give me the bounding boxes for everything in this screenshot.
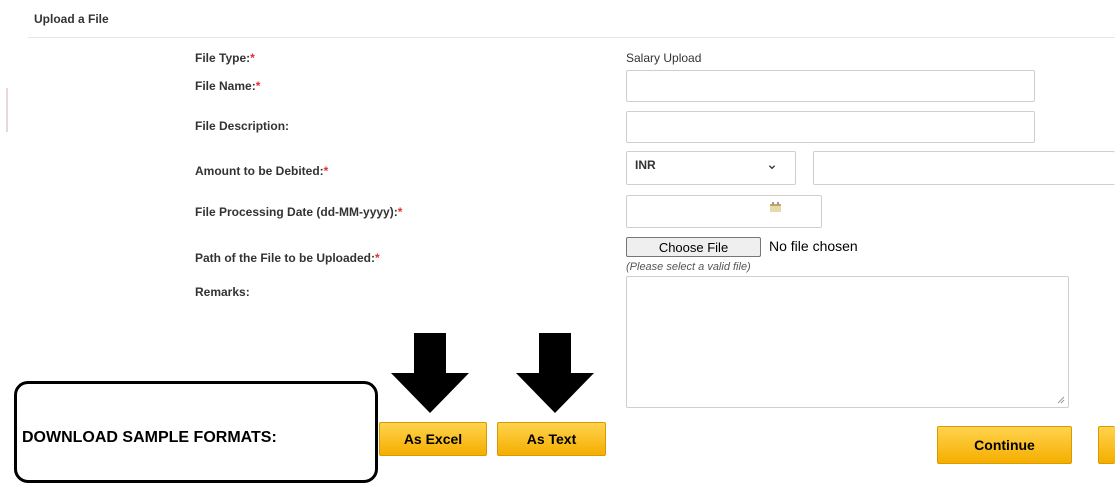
chevron-down-icon [768, 165, 776, 169]
required-marker: * [323, 164, 329, 178]
required-marker: * [250, 51, 255, 65]
file-hint: (Please select a valid file) [626, 261, 751, 273]
section-title: Upload a File [34, 12, 109, 26]
file-name-label: File Name:* [195, 79, 261, 93]
as-text-button[interactable]: As Text [497, 422, 606, 456]
as-excel-button[interactable]: As Excel [379, 422, 487, 456]
resize-grip-icon[interactable] [1057, 396, 1065, 404]
currency-value: INR [635, 158, 656, 172]
file-type-label: File Type:* [195, 51, 255, 65]
section-divider [28, 37, 1115, 38]
calendar-icon[interactable] [770, 202, 781, 212]
amount-input[interactable] [813, 151, 1115, 185]
next-button-partial[interactable] [1098, 426, 1115, 464]
required-marker: * [397, 205, 403, 219]
down-arrow-icon [391, 333, 469, 413]
file-path-label: Path of the File to be Uploaded:* [195, 251, 380, 265]
processing-date-label: File Processing Date (dd-MM-yyyy):* [195, 205, 403, 219]
remarks-label: Remarks: [195, 285, 250, 299]
remarks-textarea[interactable] [626, 276, 1069, 408]
down-arrow-icon [516, 333, 594, 413]
amount-label: Amount to be Debited:* [195, 164, 329, 178]
file-description-label: File Description: [195, 119, 290, 133]
file-status: No file chosen [769, 238, 858, 254]
download-label: DOWNLOAD SAMPLE FORMATS: [22, 429, 277, 446]
continue-button[interactable]: Continue [937, 426, 1072, 464]
choose-file-button[interactable]: Choose File [626, 237, 761, 257]
processing-date-input[interactable] [626, 195, 822, 228]
sidebar-edge [6, 88, 8, 132]
required-marker: * [375, 251, 380, 265]
file-type-value: Salary Upload [626, 51, 702, 65]
file-description-input[interactable] [626, 111, 1035, 143]
currency-select[interactable]: INR [626, 151, 796, 185]
required-marker: * [255, 79, 261, 93]
file-name-input[interactable] [626, 70, 1035, 102]
